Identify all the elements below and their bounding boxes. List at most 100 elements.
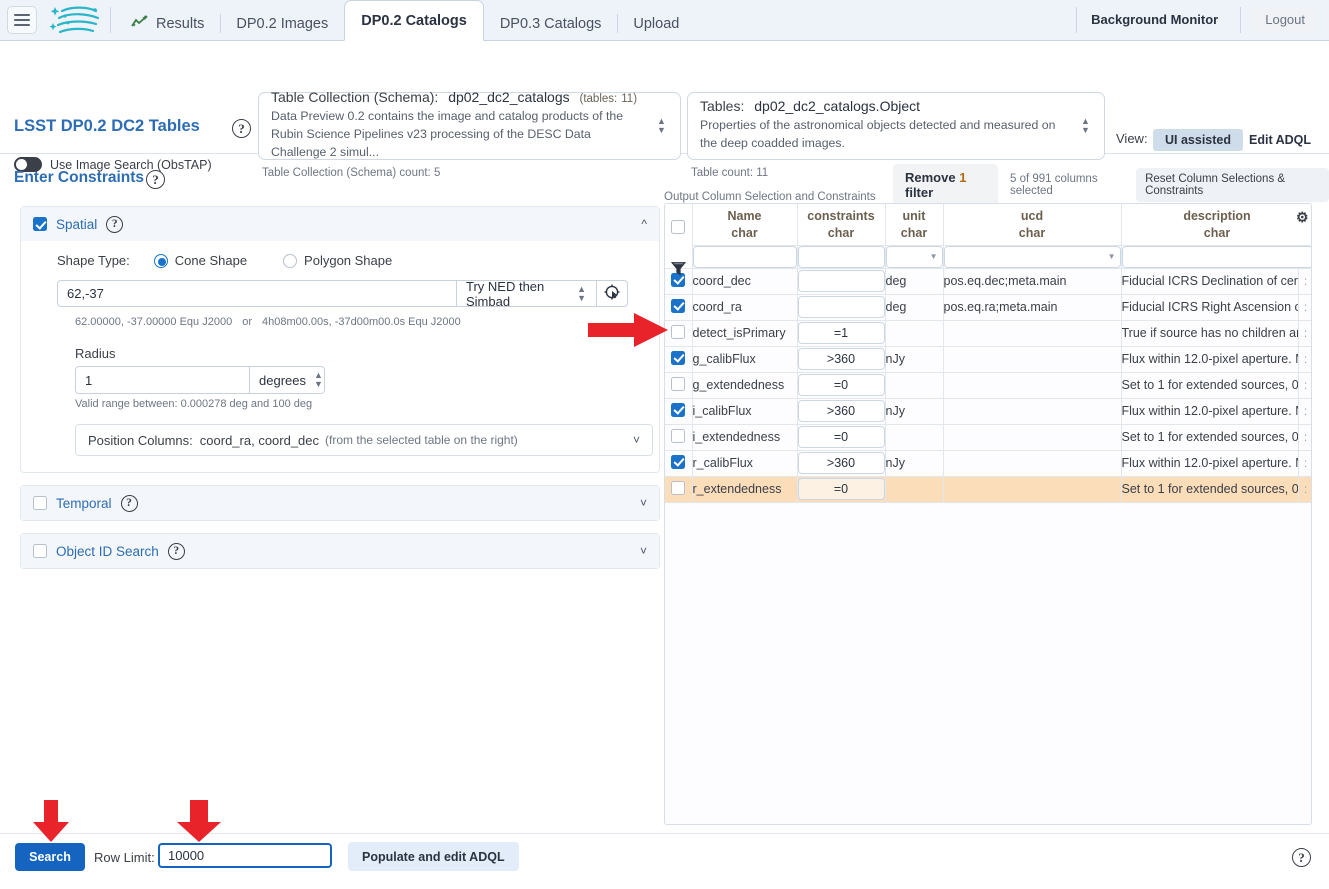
header-name[interactable]: Namechar [692,204,797,245]
position-columns-select[interactable]: Position Columns: coord_ra, coord_dec (f… [75,424,653,456]
table-selector[interactable]: Tables: dp02_dc2_catalogs.Object Propert… [687,92,1105,160]
header-ucd[interactable]: ucdchar [943,204,1121,245]
tab-divider [617,14,618,33]
radio-cone-shape[interactable]: Cone Shape [154,253,247,268]
header-description[interactable]: descriptionchar ⚙ [1121,204,1312,245]
rubin-logo-icon[interactable] [46,3,102,37]
temporal-accordion-header[interactable]: Temporal ? ˅ [21,486,659,520]
header-constraints[interactable]: constraintschar [797,204,885,245]
logout-button[interactable]: Logout [1253,8,1317,31]
object-id-accordion-header[interactable]: Object ID Search ? ˅ [21,534,659,568]
cone-shape-radio[interactable] [154,254,168,268]
row-select-checkbox[interactable] [671,299,685,313]
table-row[interactable]: coord_radegpos.eq.ra;meta.mainFiducial I… [665,294,1312,320]
row-name-cell: detect_isPrimary [692,320,797,346]
table-row[interactable]: g_calibFlux>360nJyFlux within 12.0-pixel… [665,346,1312,372]
row-overflow-cell: : [1298,320,1312,346]
filter-input-unit[interactable]: ▼ [886,246,943,268]
row-select-checkbox[interactable] [671,481,685,495]
header-description-type: char [1122,225,1313,242]
search-button[interactable]: Search [15,843,85,871]
target-name-input[interactable]: 62,-37 [57,280,457,307]
tab-dp02-images[interactable]: DP0.2 Images [220,7,344,40]
row-constraint-input[interactable]: =0 [798,374,885,396]
spatial-accordion-header[interactable]: Spatial ? ^ [21,207,659,241]
row-constraint-input[interactable] [798,296,885,318]
settings-gear-icon[interactable]: ⚙ [1296,209,1309,226]
table-row[interactable]: r_calibFlux>360nJyFlux within 12.0-pixel… [665,450,1312,476]
enter-constraints-help-icon[interactable]: ? [146,170,165,189]
row-select-checkbox[interactable] [671,429,685,443]
radius-unit-stepper-icon[interactable]: ▲▼ [314,372,323,388]
row-overflow-cell: : [1298,346,1312,372]
remove-filter-button[interactable]: Remove 1 filter [893,164,998,206]
object-id-help-icon[interactable]: ? [168,542,185,560]
schema-stepper-icon[interactable]: ▲▼ [655,118,668,134]
hamburger-menu-icon[interactable] [7,6,37,34]
row-ucd-cell [943,476,1121,502]
spatial-help-icon[interactable]: ? [106,215,123,233]
footer-help-icon[interactable]: ? [1292,848,1311,867]
row-overflow-cell: : [1298,268,1312,294]
background-monitor-button[interactable]: Background Monitor [1077,12,1232,27]
row-unit-cell: nJy [885,346,943,372]
row-constraint-input[interactable]: =0 [798,478,885,500]
table-row[interactable]: coord_decdegpos.eq.dec;meta.mainFiducial… [665,268,1312,294]
output-columns-label: Output Column Selection and Constraints [664,191,876,203]
row-constraint-input[interactable]: =1 [798,322,885,344]
temporal-help-icon[interactable]: ? [121,494,138,512]
row-limit-input[interactable]: 10000 [158,843,332,868]
chevron-up-icon[interactable]: ^ [641,217,647,231]
row-constraint-input[interactable]: >360 [798,452,885,474]
tab-dp03-catalogs[interactable]: DP0.3 Catalogs [484,7,618,40]
select-all-checkbox[interactable] [671,220,685,234]
spatial-checkbox[interactable] [33,217,47,231]
row-select-checkbox[interactable] [671,377,685,391]
chevron-down-icon[interactable]: ˅ [633,433,640,447]
table-stepper-icon[interactable]: ▲▼ [1079,118,1092,134]
row-name-cell: coord_ra [692,294,797,320]
radius-unit-select[interactable]: degrees ▲▼ [250,366,325,394]
chevron-down-icon[interactable]: ˅ [640,496,647,510]
table-row[interactable]: g_extendedness=0Set to 1 for extended so… [665,372,1312,398]
table-row[interactable]: i_calibFlux>360nJyFlux within 12.0-pixel… [665,398,1312,424]
tab-upload[interactable]: Upload [617,7,695,40]
tab-divider [220,14,221,33]
tab-results[interactable]: Results [115,7,220,40]
row-constraint-input[interactable]: >360 [798,400,885,422]
row-constraint-input[interactable]: =0 [798,426,885,448]
row-limit-value: 10000 [168,848,204,863]
filter-input-name[interactable] [693,246,797,268]
target-picker-button[interactable] [597,280,628,307]
radius-input[interactable]: 1 [75,366,250,394]
page-title-help-icon[interactable]: ? [232,119,251,138]
header-unit[interactable]: unitchar [885,204,943,245]
temporal-checkbox[interactable] [33,496,47,510]
row-select-checkbox[interactable] [671,403,685,417]
radio-polygon-shape[interactable]: Polygon Shape [283,253,392,268]
row-constraint-input[interactable] [798,270,885,292]
view-edit-adql-button[interactable]: Edit ADQL [1237,129,1323,151]
row-select-checkbox[interactable] [671,351,685,365]
row-select-checkbox[interactable] [671,455,685,469]
object-id-checkbox[interactable] [33,544,47,558]
filter-input-description[interactable] [1122,246,1313,268]
polygon-shape-radio[interactable] [283,254,297,268]
row-constraint-input[interactable]: >360 [798,348,885,370]
resolver-stepper-icon[interactable]: ▲▼ [576,286,587,302]
filter-cell-ucd: ▼ [943,245,1121,268]
table-row[interactable]: detect_isPrimary=1True if source has no … [665,320,1312,346]
filter-input-constraints[interactable] [798,246,885,268]
filter-input-ucd[interactable]: ▼ [944,246,1121,268]
view-ui-assisted-button[interactable]: UI assisted [1153,129,1243,151]
row-select-checkbox[interactable] [671,325,685,339]
chevron-down-icon[interactable]: ˅ [640,544,647,558]
funnel-filter-icon[interactable] [665,254,692,282]
populate-edit-adql-button[interactable]: Populate and edit ADQL [348,842,519,871]
table-collection-selector[interactable]: Table Collection (Schema): dp02_dc2_cata… [258,92,681,160]
tab-dp02-catalogs[interactable]: DP0.2 Catalogs [344,0,484,41]
resolver-select[interactable]: Try NED then Simbad ▲▼ [457,280,597,307]
reset-columns-button[interactable]: Reset Column Selections & Constraints [1136,168,1329,202]
table-row[interactable]: i_extendedness=0Set to 1 for extended so… [665,424,1312,450]
table-row[interactable]: r_extendedness=0Set to 1 for extended so… [665,476,1312,502]
